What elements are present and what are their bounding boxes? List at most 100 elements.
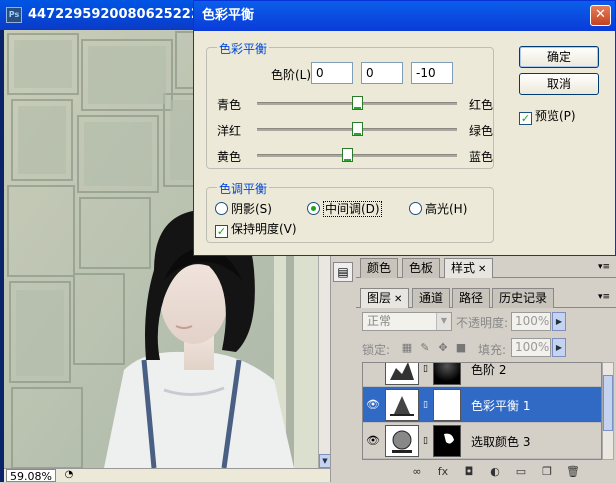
palette-toggle-icon[interactable]: ▤: [333, 262, 353, 282]
checkmark-icon: ✓: [215, 225, 228, 238]
tab-color[interactable]: 颜色: [360, 258, 399, 278]
layer-name: 色阶 2: [471, 363, 507, 377]
layers-panel: 图层 ✕ 通道 路径 历史记录 ▾≡ 正常 ▼ 不透明度: 100% ▶ 锁定: …: [356, 286, 616, 482]
blend-mode-select[interactable]: 正常 ▼: [362, 312, 452, 331]
layer-row-selective-color-3[interactable]: 👁 ▯ 选取颜色 3: [363, 423, 601, 459]
radio-shadows[interactable]: 阴影(S): [215, 200, 272, 217]
checkmark-icon: ✓: [519, 112, 532, 125]
layers-list: ▯ 色阶 2 👁 ▯ 色彩平衡 1 👁 ▯ 选取颜色 3: [362, 362, 602, 460]
tab-history[interactable]: 历史记录: [492, 288, 555, 308]
color-balance-group: 色彩平衡 色阶(L): 0 0 -10 青色 红色 洋红 绿色 黄色 蓝色: [206, 40, 495, 169]
new-group-icon[interactable]: ▭: [512, 464, 530, 480]
adjustment-layer-thumbnail: [385, 363, 419, 385]
lock-position-icon[interactable]: ✥: [436, 341, 450, 355]
cancel-button[interactable]: 取消: [519, 73, 599, 95]
layer-row-color-balance-1[interactable]: 👁 ▯ 色彩平衡 1: [363, 387, 601, 423]
lock-transparency-icon[interactable]: ▦: [400, 341, 414, 355]
lock-brush-icon[interactable]: ✎: [418, 341, 432, 355]
tone-balance-group: 色调平衡 阴影(S) 中间调(D) 高光(H) ✓ 保持明度(V): [206, 180, 494, 243]
radio-highlights[interactable]: 高光(H): [409, 200, 467, 217]
slider-left-label: 黄色: [217, 150, 242, 164]
level-field-magenta-green[interactable]: 0: [361, 62, 403, 84]
ok-button[interactable]: 确定: [519, 46, 599, 68]
color-balance-dialog: 色彩平衡 ✕ 色彩平衡 色阶(L): 0 0 -10 青色 红色 洋红 绿色 黄…: [193, 0, 616, 256]
layer-link-icon: ▯: [423, 436, 428, 446]
group-legend: 色彩平衡: [217, 40, 270, 57]
layers-panel-tabs: 图层 ✕ 通道 路径 历史记录 ▾≡: [356, 286, 616, 308]
eye-icon[interactable]: 👁: [365, 433, 381, 449]
layer-mask-thumbnail[interactable]: [433, 389, 461, 421]
tab-paths[interactable]: 路径: [452, 288, 491, 308]
slider-track[interactable]: [257, 148, 457, 162]
close-tab-icon[interactable]: ✕: [394, 294, 402, 305]
palette-menu-icon[interactable]: ▾≡: [598, 262, 610, 272]
radio-dot: [215, 202, 228, 215]
selective-color-icon: [386, 426, 418, 456]
slider-track[interactable]: [257, 96, 457, 110]
tab-styles[interactable]: 样式 ✕: [444, 258, 494, 278]
dialog-title-bar[interactable]: 色彩平衡 ✕: [194, 1, 615, 31]
group-legend: 色调平衡: [217, 180, 270, 197]
tab-layers[interactable]: 图层 ✕: [360, 288, 410, 308]
tab-swatches[interactable]: 色板: [402, 258, 441, 278]
level-field-yellow-blue[interactable]: -10: [411, 62, 453, 84]
layer-link-icon: ▯: [423, 400, 428, 410]
document-status-bar: 59.08% ◔: [4, 468, 330, 483]
tab-channels[interactable]: 通道: [412, 288, 451, 308]
slider-track[interactable]: [257, 122, 457, 136]
radio-dot: [307, 202, 320, 215]
dialog-title: 色彩平衡: [202, 8, 255, 23]
fill-field[interactable]: 100%: [511, 338, 551, 357]
eye-icon[interactable]: 👁: [365, 397, 381, 413]
slider-left-label: 洋红: [217, 124, 242, 138]
layers-blend-row: 正常 ▼ 不透明度: 100% ▶: [356, 310, 616, 334]
slider-row-magenta-green: 洋红 绿色: [207, 118, 495, 142]
delete-layer-icon[interactable]: 🗑: [564, 464, 582, 480]
layer-row-levels-2[interactable]: ▯ 色阶 2: [363, 363, 601, 387]
add-mask-icon[interactable]: ◘: [460, 464, 478, 480]
level-field-cyan-red[interactable]: 0: [311, 62, 353, 84]
palette-dock: ▤: [330, 256, 356, 482]
layer-mask-thumbnail[interactable]: [433, 363, 461, 385]
slider-right-label: 蓝色: [469, 150, 494, 164]
adjustment-layer-thumbnail: [385, 389, 419, 421]
layer-name: 色彩平衡 1: [471, 399, 531, 413]
levels-icon: [386, 363, 418, 384]
layers-menu-icon[interactable]: ▾≡: [598, 292, 610, 302]
radio-midtones[interactable]: 中间调(D): [307, 200, 382, 217]
layer-name: 选取颜色 3: [471, 435, 531, 449]
layer-mask-thumbnail[interactable]: [433, 425, 461, 457]
lock-label: 锁定:: [362, 343, 391, 357]
opacity-slider-arrow-icon[interactable]: ▶: [552, 312, 566, 331]
adjustment-layer-thumbnail: [385, 425, 419, 457]
layer-link-icon: ▯: [423, 364, 428, 374]
radio-dot: [409, 202, 422, 215]
new-layer-icon[interactable]: ❐: [538, 464, 556, 480]
mask-shape-icon: [444, 433, 454, 444]
preview-checkbox[interactable]: ✓ 预览(P): [519, 107, 576, 125]
slider-row-cyan-red: 青色 红色: [207, 92, 495, 116]
layers-scrollbar-thumb[interactable]: [603, 375, 613, 431]
slider-right-label: 绿色: [469, 124, 494, 138]
lock-all-icon[interactable]: ■: [454, 341, 468, 355]
color-balance-icon: [386, 390, 418, 420]
zoom-level-field[interactable]: 59.08%: [6, 469, 56, 483]
close-tab-icon[interactable]: ✕: [478, 264, 486, 275]
visibility-empty-icon[interactable]: [365, 363, 381, 377]
slider-right-label: 红色: [469, 98, 494, 112]
slider-thumb[interactable]: [351, 96, 363, 110]
layers-scrollbar[interactable]: [602, 362, 614, 460]
preserve-luminosity-checkbox[interactable]: ✓ 保持明度(V): [215, 220, 297, 238]
status-info-icon[interactable]: ◔: [62, 469, 76, 482]
layer-style-icon[interactable]: fx: [434, 464, 452, 480]
opacity-field[interactable]: 100%: [511, 312, 551, 331]
opacity-label: 不透明度:: [456, 316, 509, 330]
slider-thumb[interactable]: [341, 148, 353, 162]
fill-slider-arrow-icon[interactable]: ▶: [552, 338, 566, 357]
close-icon[interactable]: ✕: [590, 5, 611, 26]
new-adjustment-layer-icon[interactable]: ◐: [486, 464, 504, 480]
link-layers-icon[interactable]: ∞: [408, 464, 426, 480]
photoshop-icon: Ps: [6, 7, 22, 23]
slider-thumb[interactable]: [351, 122, 363, 136]
slider-row-yellow-blue: 黄色 蓝色: [207, 144, 495, 168]
